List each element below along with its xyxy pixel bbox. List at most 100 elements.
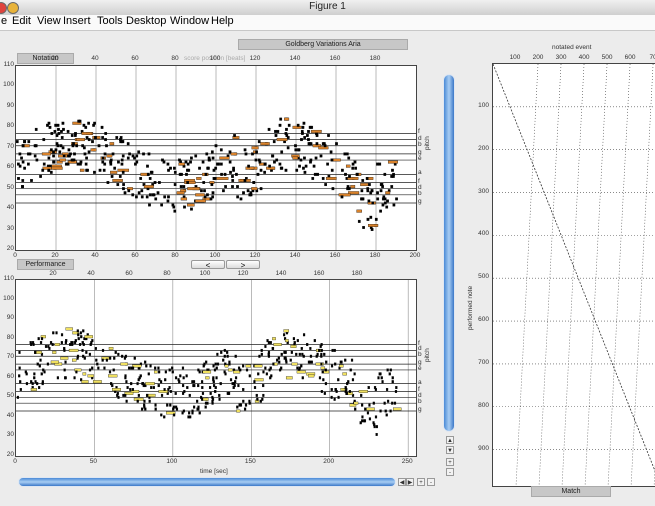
note-mark: [361, 403, 364, 407]
note-mark: [146, 172, 150, 176]
note-mark: [315, 142, 319, 146]
note-mark: [263, 170, 267, 174]
note-mark: [182, 185, 186, 189]
note-mark: [260, 352, 263, 356]
note-mark: [127, 366, 131, 370]
note-mark: [315, 134, 319, 137]
note-mark: [16, 140, 19, 144]
note-mark: [39, 358, 42, 362]
note-mark: [290, 345, 297, 348]
next-button[interactable]: >: [226, 260, 260, 270]
scroll-down-button[interactable]: ▼: [446, 446, 454, 454]
note-mark: [219, 156, 230, 160]
note-mark: [64, 162, 68, 166]
note-mark: [202, 181, 206, 184]
note-mark: [197, 405, 200, 409]
note-mark: [316, 172, 320, 176]
note-mark: [44, 345, 48, 348]
menu-insert[interactable]: Insert: [63, 15, 91, 27]
note-mark: [244, 152, 248, 156]
note-mark: [278, 123, 282, 127]
menu-view[interactable]: View: [37, 15, 61, 27]
note-mark: [212, 364, 215, 368]
match-xtick: 100: [509, 54, 521, 61]
note-mark: [158, 370, 161, 374]
note-mark: [242, 399, 245, 403]
menu-help[interactable]: Help: [211, 15, 234, 27]
notation-axes[interactable]: [15, 65, 417, 251]
note-mark: [253, 386, 257, 390]
note-mark: [185, 168, 189, 172]
note-mark: [274, 134, 278, 137]
menu-tools[interactable]: Tools: [97, 15, 123, 27]
note-mark: [136, 382, 139, 386]
note-mark: [145, 195, 149, 199]
note-mark: [18, 366, 21, 370]
note-mark: [330, 395, 333, 399]
menu-window[interactable]: Window: [170, 15, 209, 27]
note-mark: [389, 368, 392, 372]
scroll-left-button[interactable]: ◀: [398, 478, 406, 486]
note-mark: [173, 183, 177, 187]
note-mark: [254, 378, 264, 382]
menu-bar: e Edit View Insert Tools Desktop Window …: [0, 15, 655, 31]
note-mark: [197, 384, 200, 388]
note-mark: [169, 390, 172, 393]
note-mark: [69, 343, 72, 346]
horizontal-scrollbar[interactable]: [18, 477, 396, 487]
match-ytick: 300: [478, 187, 489, 195]
note-mark: [375, 425, 379, 429]
note-mark: [303, 156, 306, 160]
note-mark: [282, 333, 286, 337]
note-mark: [166, 199, 170, 203]
note-mark: [309, 346, 312, 350]
note-mark: [21, 144, 25, 148]
note-mark: [381, 203, 385, 207]
prev-button[interactable]: <: [191, 260, 225, 270]
note-mark: [113, 356, 116, 360]
zoom-in-vertical-button[interactable]: +: [446, 458, 454, 466]
note-mark: [320, 366, 326, 370]
note-mark: [126, 142, 130, 146]
note-mark: [154, 403, 157, 407]
zoom-in-horizontal-button[interactable]: +: [417, 478, 425, 486]
notation-xtick: 180: [369, 252, 381, 259]
menu-edit[interactable]: Edit: [12, 15, 31, 27]
match-axes[interactable]: [492, 63, 655, 487]
note-mark: [310, 125, 314, 129]
vertical-scroll-thumb[interactable]: [444, 75, 454, 431]
note-mark: [216, 352, 219, 356]
note-mark: [333, 348, 336, 352]
vertical-scrollbar[interactable]: [443, 74, 455, 432]
horizontal-scroll-thumb[interactable]: [19, 478, 395, 486]
note-mark: [223, 354, 226, 358]
note-mark: [202, 397, 209, 401]
menu-file[interactable]: e: [1, 15, 7, 27]
zoom-out-vertical-button[interactable]: -: [446, 468, 454, 476]
note-mark: [160, 393, 164, 397]
note-mark: [168, 368, 171, 372]
menu-desktop[interactable]: Desktop: [126, 15, 166, 27]
note-mark: [256, 397, 259, 401]
zoom-out-horizontal-button[interactable]: -: [427, 478, 435, 486]
note-mark: [324, 368, 327, 372]
scroll-right-button[interactable]: ▶: [406, 478, 414, 486]
note-mark: [52, 350, 57, 354]
notation-ytick: 100: [3, 81, 14, 89]
note-mark: [202, 370, 212, 374]
note-mark: [176, 191, 185, 195]
note-mark: [42, 166, 52, 170]
note-mark: [276, 138, 288, 142]
note-mark: [310, 129, 322, 133]
scroll-up-button[interactable]: ▲: [446, 436, 454, 444]
performance-axes[interactable]: [15, 279, 417, 457]
note-mark: [386, 368, 389, 372]
note-mark: [376, 162, 379, 166]
note-mark: [49, 148, 53, 152]
note-mark: [212, 168, 216, 172]
note-mark: [210, 150, 214, 154]
note-mark: [357, 219, 361, 223]
note-mark: [131, 193, 135, 197]
note-mark: [302, 121, 306, 125]
note-mark: [267, 341, 271, 345]
